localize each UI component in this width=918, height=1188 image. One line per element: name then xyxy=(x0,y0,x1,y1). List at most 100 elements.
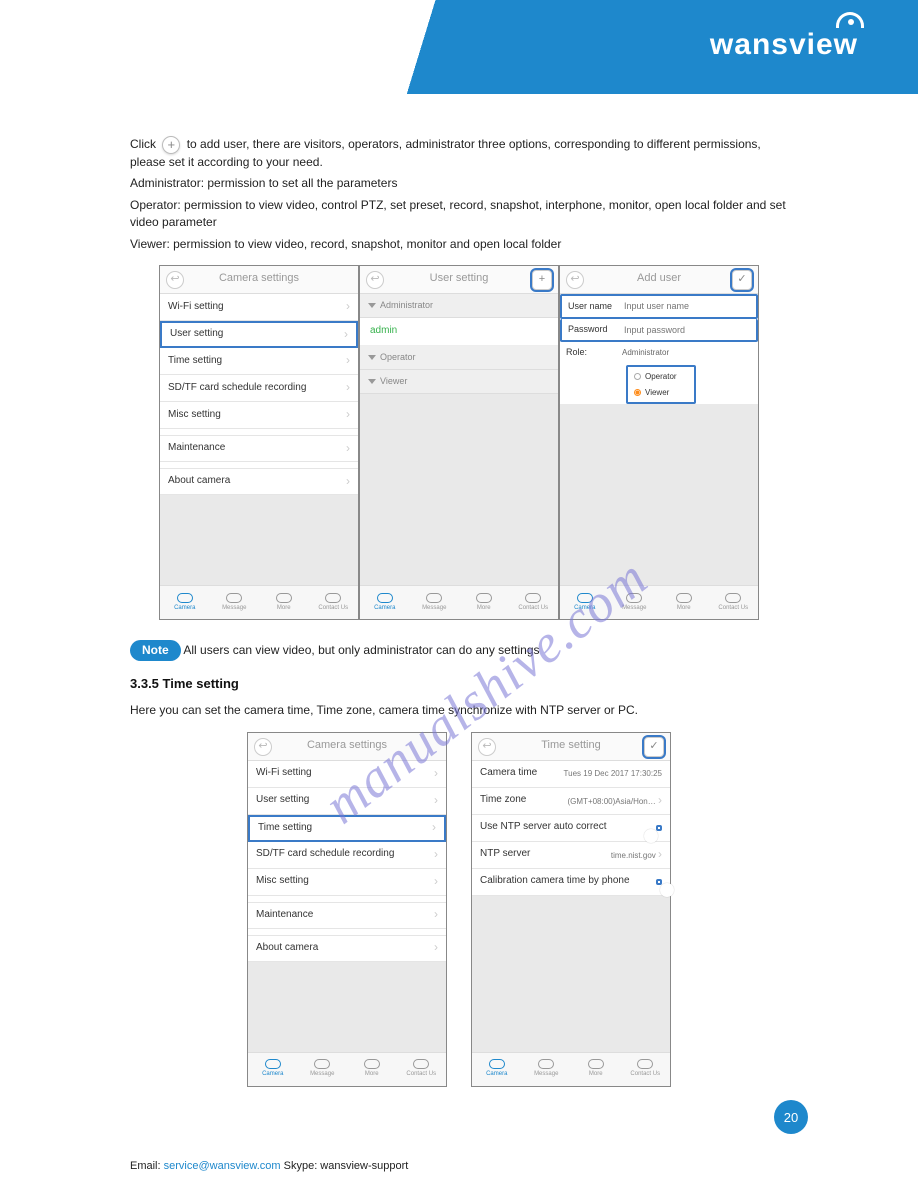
tab-label: Camera xyxy=(262,1070,283,1079)
tab-label: More xyxy=(277,604,291,613)
role-admin-label: Administrator xyxy=(622,347,669,359)
panel-header: ↩ Time setting ✓ xyxy=(472,733,670,761)
tab-camera[interactable]: Camera xyxy=(472,1053,522,1086)
footer-email-link[interactable]: service@wansview.com xyxy=(164,1160,281,1172)
row-time[interactable]: Time setting› xyxy=(248,815,446,842)
panel-user-setting: ↩ User setting + Administrator admin Ope… xyxy=(359,265,559,620)
back-icon[interactable]: ↩ xyxy=(478,738,496,756)
back-icon[interactable]: ↩ xyxy=(366,271,384,289)
row-user-setting[interactable]: User setting› xyxy=(248,788,446,815)
role-option-viewer[interactable]: Viewer xyxy=(628,385,694,401)
label: About camera xyxy=(168,474,230,489)
confirm-button[interactable]: ✓ xyxy=(732,270,752,290)
row-about[interactable]: About camera › xyxy=(160,468,358,495)
panel-header: ↩ Add user ✓ xyxy=(560,266,758,294)
role-option-operator[interactable]: Operator xyxy=(628,369,694,385)
label-role: Role: xyxy=(566,346,616,359)
camera-icon xyxy=(265,1059,281,1069)
row-time-zone[interactable]: Time zone (GMT+08:00)Asia/Hon… › xyxy=(472,788,670,815)
panel-title: Camera settings xyxy=(307,738,387,754)
tab-label: Contact Us xyxy=(718,604,748,613)
tab-contact[interactable]: Contact Us xyxy=(709,586,759,619)
chevron-right-icon: › xyxy=(346,379,350,396)
chevron-right-icon: › xyxy=(434,846,438,863)
back-icon[interactable]: ↩ xyxy=(166,271,184,289)
label: Maintenance xyxy=(256,908,313,923)
panel-header: ↩ Camera settings xyxy=(248,733,446,761)
tab-contact[interactable]: Contact Us xyxy=(621,1053,671,1086)
row-sd[interactable]: SD/TF card schedule recording › xyxy=(160,375,358,402)
tab-camera[interactable]: Camera xyxy=(560,586,610,619)
row-about[interactable]: About camera› xyxy=(248,935,446,962)
tab-label: Message xyxy=(310,1070,334,1079)
tab-camera[interactable]: Camera xyxy=(248,1053,298,1086)
panel-title: Time setting xyxy=(541,738,601,754)
group-admin[interactable]: Administrator xyxy=(360,294,558,318)
tab-label: More xyxy=(589,1070,603,1079)
row-maintenance[interactable]: Maintenance› xyxy=(248,902,446,929)
label: User setting xyxy=(170,327,223,342)
row-time[interactable]: Time setting› xyxy=(160,348,358,375)
perm-admin: Administrator: permission to set all the… xyxy=(130,175,788,192)
tab-more[interactable]: More xyxy=(659,586,709,619)
group-viewer[interactable]: Viewer xyxy=(360,370,558,394)
back-icon[interactable]: ↩ xyxy=(566,271,584,289)
tab-more[interactable]: More xyxy=(459,586,509,619)
role-selector: Operator Viewer xyxy=(626,365,696,404)
text: to add user, there are visitors, operato… xyxy=(130,137,761,169)
label: Viewer xyxy=(380,375,407,388)
row-ntp-server[interactable]: NTP server time.nist.gov › xyxy=(472,842,670,869)
note-text: All users can view video, but only admin… xyxy=(183,643,539,657)
row-sd[interactable]: SD/TF card schedule recording› xyxy=(248,842,446,869)
tab-camera[interactable]: Camera xyxy=(160,586,210,619)
confirm-button[interactable]: ✓ xyxy=(644,737,664,757)
label: SD/TF card schedule recording xyxy=(168,381,306,396)
tab-label: Contact Us xyxy=(318,604,348,613)
tab-contact[interactable]: Contact Us xyxy=(509,586,559,619)
tab-contact[interactable]: Contact Us xyxy=(309,586,359,619)
add-user-button[interactable]: + xyxy=(532,270,552,290)
label: User setting xyxy=(256,793,309,808)
user-admin[interactable]: admin xyxy=(360,318,558,346)
mail-icon xyxy=(725,593,741,603)
mail-icon xyxy=(325,593,341,603)
row-user-setting[interactable]: User setting› xyxy=(160,321,358,348)
row-maintenance[interactable]: Maintenance› xyxy=(160,435,358,462)
tab-camera[interactable]: Camera xyxy=(360,586,410,619)
panel-header: ↩ Camera settings xyxy=(160,266,358,294)
add-user-form: User name Password Role: Administrator O… xyxy=(560,294,758,404)
label: NTP server xyxy=(480,847,530,862)
tab-more[interactable]: More xyxy=(259,586,309,619)
tab-more[interactable]: More xyxy=(347,1053,397,1086)
label-username: User name xyxy=(568,300,618,313)
password-input[interactable] xyxy=(624,325,750,335)
panel-time-setting: ↩ Time setting ✓ Camera time Tues 19 Dec… xyxy=(471,732,671,1087)
tab-more[interactable]: More xyxy=(571,1053,621,1086)
label-password: Password xyxy=(568,323,618,336)
label: Time setting xyxy=(168,354,222,369)
tab-message[interactable]: Message xyxy=(298,1053,348,1086)
chevron-right-icon: › xyxy=(346,473,350,490)
text: Click xyxy=(130,137,156,151)
back-icon[interactable]: ↩ xyxy=(254,738,272,756)
tab-label: Contact Us xyxy=(406,1070,436,1079)
tab-label: Message xyxy=(534,1070,558,1079)
row-wifi[interactable]: Wi-Fi setting› xyxy=(160,294,358,321)
tab-message[interactable]: Message xyxy=(610,586,660,619)
tab-label: Message xyxy=(222,604,246,613)
tab-message[interactable]: Message xyxy=(522,1053,572,1086)
message-icon xyxy=(314,1059,330,1069)
tab-message[interactable]: Message xyxy=(410,586,460,619)
group-operator[interactable]: Operator xyxy=(360,346,558,370)
panel-add-user: ↩ Add user ✓ User name Password Role: Ad… xyxy=(559,265,759,620)
username-input[interactable] xyxy=(624,301,750,311)
row-wifi[interactable]: Wi-Fi setting› xyxy=(248,761,446,788)
tabbar: Camera Message More Contact Us xyxy=(560,585,758,619)
chevron-down-icon xyxy=(368,303,376,308)
tab-contact[interactable]: Contact Us xyxy=(397,1053,447,1086)
message-icon xyxy=(226,593,242,603)
row-misc[interactable]: Misc setting› xyxy=(160,402,358,429)
tab-message[interactable]: Message xyxy=(210,586,260,619)
row-misc[interactable]: Misc setting› xyxy=(248,869,446,896)
chevron-right-icon: › xyxy=(434,939,438,956)
